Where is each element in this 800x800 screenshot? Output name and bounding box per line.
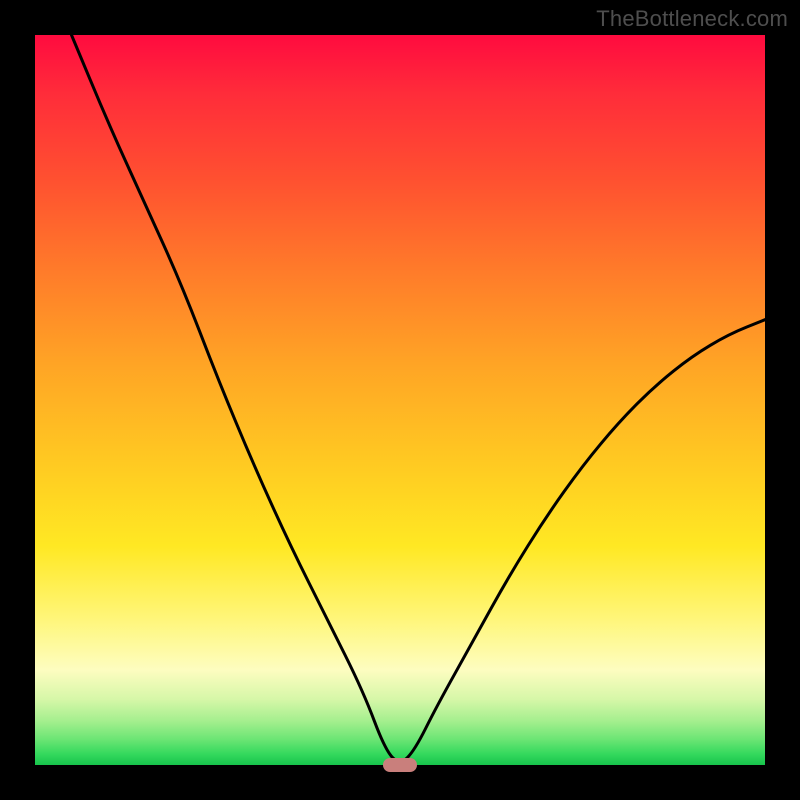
watermark-text: TheBottleneck.com [596, 6, 788, 32]
bottleneck-curve [72, 35, 766, 761]
minimum-marker [383, 758, 417, 772]
curve-svg [35, 35, 765, 765]
plot-area [35, 35, 765, 765]
chart-frame: TheBottleneck.com [0, 0, 800, 800]
